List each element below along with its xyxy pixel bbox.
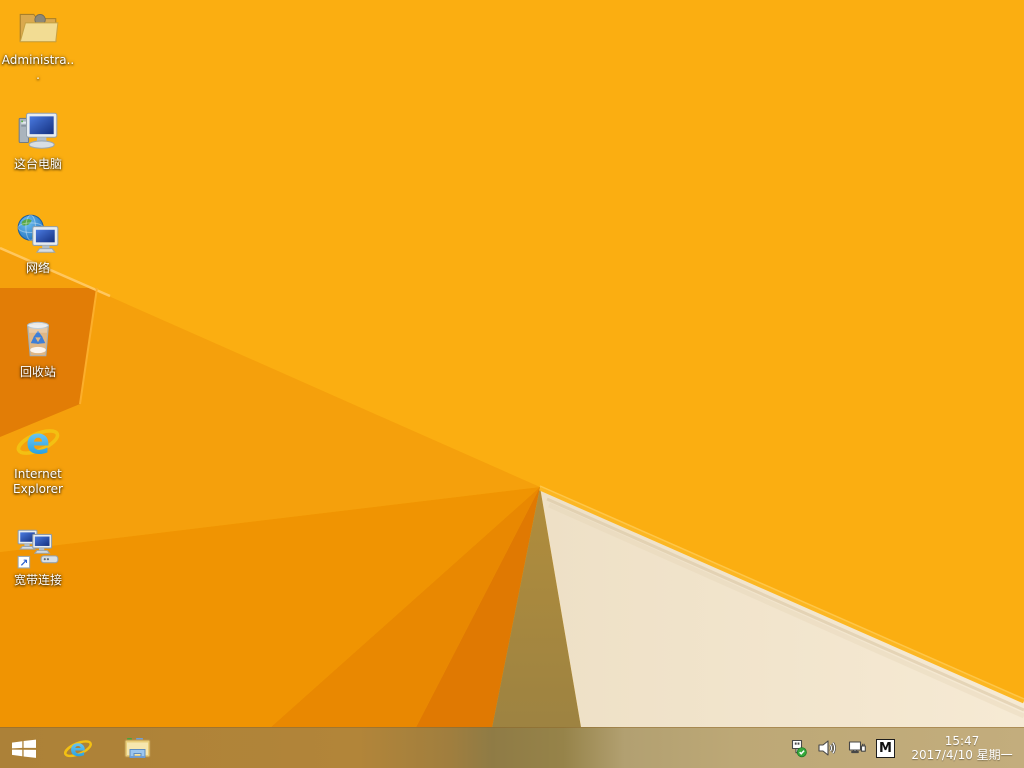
desktop-icon-this-pc[interactable]: 这台电脑 [0, 108, 76, 172]
desktop-icon-label: Administra... [1, 53, 75, 82]
desktop-icon-label: 这台电脑 [13, 157, 62, 171]
desktop-icon-label: Internet Explorer [13, 467, 63, 496]
svg-text:e: e [70, 735, 86, 762]
wallpaper [0, 0, 1024, 768]
network-tray-icon[interactable] [847, 738, 867, 758]
windows-logo-icon [12, 739, 36, 758]
desktop-icon-column: Administra... 这台电脑 网络 回收站 e Internet Exp… [0, 0, 76, 728]
network-icon [17, 214, 59, 253]
desktop-icon-recycle-bin[interactable]: 回收站 [0, 316, 76, 380]
taskbar: e M 15:47 2017/4/10 星期一 [0, 727, 1024, 768]
shortcut-arrow-glyph: ↗ [20, 557, 29, 569]
usb-safely-remove-icon[interactable] [788, 738, 808, 758]
desktop-icon-administrator[interactable]: Administra... [0, 4, 76, 83]
internet-explorer-icon: e [64, 735, 92, 762]
clock-time: 15:47 [944, 734, 980, 748]
taskbar-internet-explorer-button[interactable]: e [48, 728, 108, 768]
desktop-icon-label: 网络 [25, 261, 50, 275]
recycle-bin-icon [26, 321, 50, 357]
system-tray: M 15:47 2017/4/10 星期一 [788, 728, 1024, 768]
start-button[interactable] [0, 728, 48, 768]
desktop-icon-broadband[interactable]: ↗ 宽带连接 [0, 524, 76, 588]
clock-date: 2017/4/10 星期一 [911, 748, 1013, 762]
broadband-connection-icon: ↗ [17, 529, 59, 569]
desktop-icon-label: 宽带连接 [13, 573, 62, 587]
ime-indicator[interactable]: M [876, 738, 895, 758]
file-explorer-icon [124, 737, 151, 758]
internet-explorer-icon: e [16, 422, 60, 463]
volume-icon[interactable] [817, 738, 838, 758]
this-pc-icon [18, 112, 58, 149]
desktop-icon-internet-explorer[interactable]: e Internet Explorer [0, 418, 76, 497]
taskbar-file-explorer-button[interactable] [108, 728, 168, 768]
desktop-icon-label: 回收站 [19, 365, 56, 379]
administrator-folder-icon [19, 13, 59, 43]
ie-letter-glyph: e [26, 422, 50, 463]
taskbar-clock[interactable]: 15:47 2017/4/10 星期一 [904, 734, 1016, 762]
desktop-icon-network[interactable]: 网络 [0, 212, 76, 276]
